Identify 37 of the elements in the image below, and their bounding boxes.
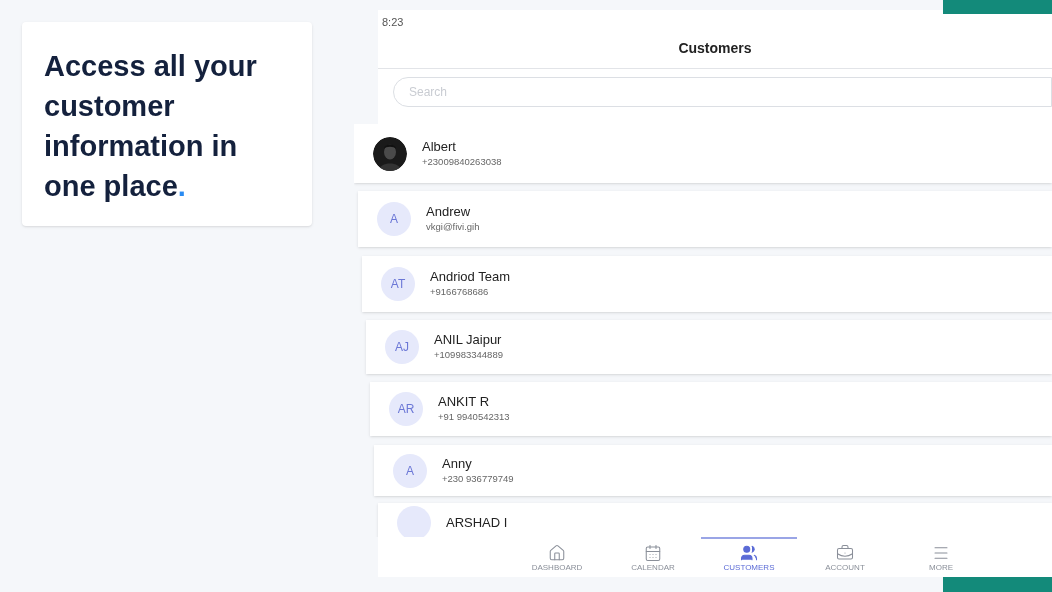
customer-row[interactable]: AJ ANIL Jaipur +109983344889: [366, 320, 1052, 374]
promo-headline: Access all your customer information in one place.: [44, 49, 258, 204]
customer-contact: +109983344889: [434, 348, 503, 362]
users-icon: [740, 544, 758, 562]
status-time: 8:23: [381, 15, 405, 29]
avatar: AJ: [385, 330, 419, 364]
avatar: [397, 506, 431, 537]
briefcase-icon: [836, 544, 854, 562]
avatar: A: [377, 202, 411, 236]
nav-tab[interactable]: CALENDAR: [605, 537, 701, 577]
customer-row[interactable]: A Anny +230 936779749: [374, 445, 1052, 496]
customer-row[interactable]: AR ANKIT R +91 9940542313: [370, 382, 1052, 436]
customer-contact: +230 936779749: [442, 471, 514, 486]
customer-contact: +9166768686: [430, 285, 490, 299]
customer-row[interactable]: AT Andriod Team +9166768686: [362, 256, 1052, 312]
customer-name: ANIL Jaipur: [434, 332, 503, 348]
avatar: A: [393, 453, 427, 488]
avatar: AT: [381, 267, 415, 301]
customer-row[interactable]: A Andrew vkgi@fivi.gih: [358, 191, 1052, 247]
customer-name: Albert: [422, 138, 457, 155]
customer-name: Andrew: [426, 204, 472, 220]
customer-name: Andriod Team: [430, 269, 510, 285]
customer-name: ANKIT R: [438, 394, 491, 410]
home-icon: [548, 544, 566, 562]
avatar: AR: [389, 392, 423, 426]
calendar-icon: [644, 544, 662, 562]
customer-contact: +91 9940542313: [438, 410, 510, 424]
screen-title: Customers: [678, 39, 752, 58]
customer-contact: +23009840263038: [422, 154, 502, 169]
customer-name: ARSHAD I: [446, 515, 508, 531]
nav-tab[interactable]: DASHBOARD: [509, 537, 605, 577]
customer-name: Anny: [442, 455, 473, 472]
menu-icon: [932, 544, 950, 562]
customer-row[interactable]: ARSHAD I: [378, 503, 1052, 537]
customer-contact: vkgi@fivi.gih: [426, 220, 480, 234]
nav-tab[interactable]: CUSTOMERS: [701, 537, 797, 577]
customer-row[interactable]: Albert +23009840263038: [354, 124, 1052, 183]
